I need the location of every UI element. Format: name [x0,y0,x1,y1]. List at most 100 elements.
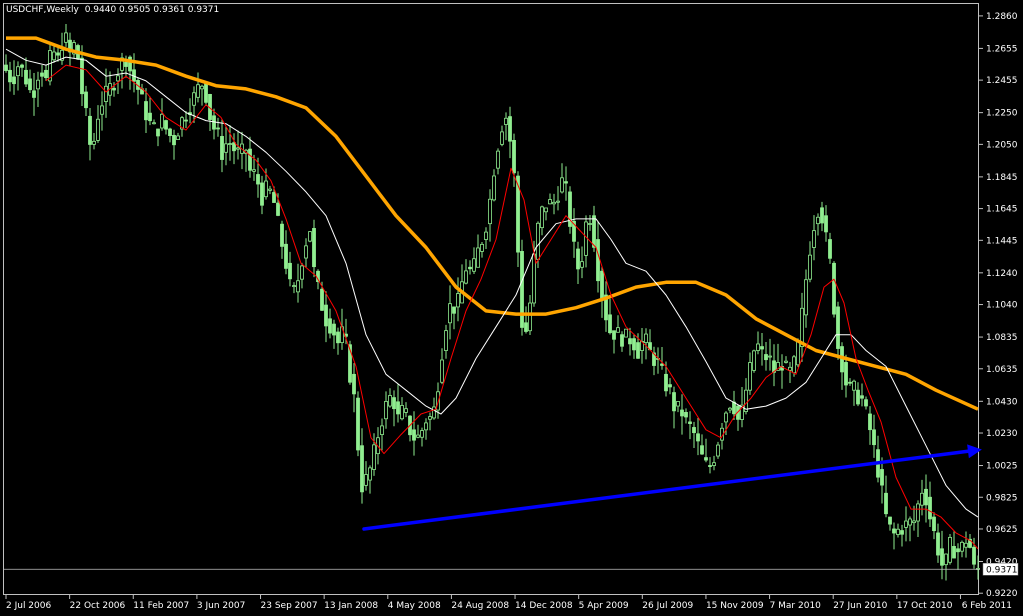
candle-body [852,380,856,391]
y-tick-label: 0.9625 [986,525,1018,535]
candle-body [32,90,36,98]
y-tick-label: 0.9825 [986,493,1018,503]
candle-body [192,92,196,106]
candle-body [752,350,756,371]
candle-body [924,488,928,506]
candle-body [672,392,676,412]
candle-body [884,492,888,515]
chart-header: USDCHF,Weekly 0.9440 0.9505 0.9361 0.937… [6,5,219,15]
x-tick-label: 22 Oct 2006 [70,601,126,611]
y-tick-label: 1.2050 [986,140,1018,150]
candle-body [848,381,852,384]
candle-body [400,405,404,420]
candle-body [808,254,812,280]
candle-body [936,532,940,556]
candle-body [444,330,448,351]
candle-body [616,327,620,333]
candle-body [972,546,976,565]
candle-body [712,462,716,466]
candle-body [156,128,160,137]
candle-body [300,265,304,280]
candle-body [248,148,252,171]
candle-body [252,169,256,172]
candle-body [548,199,552,205]
y-tick-label: 1.2860 [986,12,1018,22]
candle-body [236,147,240,150]
candle-body [64,32,68,43]
candle-body [396,401,400,415]
candle-body [824,215,828,233]
y-tick-label: 1.1240 [986,269,1018,279]
candle-body [560,177,564,193]
candle-body [484,231,488,240]
x-tick-label: 26 Jul 2009 [642,601,693,611]
candle-body [112,87,116,91]
candle-body [624,328,628,338]
candle-body [372,444,376,470]
candle-body [688,421,692,424]
candle-body [668,384,672,388]
candle-body [304,245,308,259]
candle-body [872,429,876,446]
candle-body [104,85,108,102]
candle-body [416,434,420,438]
candle-body [580,261,584,268]
candle-body [920,492,924,506]
candle-body [636,342,640,359]
candle-body [364,474,368,486]
candle-body [56,52,60,56]
candle-body [508,116,512,142]
y-tick-label: 1.1845 [986,173,1018,183]
candle-body [520,251,524,328]
candle-body [628,338,632,345]
candle-body [276,202,280,216]
candle-body [256,174,260,185]
price-chart[interactable]: USDCHF,Weekly 0.9440 0.9505 0.9361 0.937… [0,0,1023,616]
x-tick-label: 6 Feb 2011 [962,601,1012,611]
candle-body [144,101,148,121]
candle-body [404,408,408,413]
candle-body [680,409,684,417]
candle-body [844,362,848,386]
candle-body [324,304,328,327]
candle-body [52,51,56,61]
candle-body [796,340,800,366]
y-tick-label: 1.2250 [986,109,1018,119]
candle-body [632,338,636,351]
candle-body [856,389,860,405]
candle-body [24,69,28,85]
candle-body [904,520,908,528]
candle-body [836,306,840,349]
candle-body [272,192,276,203]
candle-body [448,303,452,324]
candle-body [80,57,84,95]
candle-body [544,207,548,213]
current-price-label: 0.9371 [986,565,1018,575]
candle-body [280,223,284,247]
candle-body [756,343,760,351]
candle-body [160,113,164,129]
y-tick-label: 1.1445 [986,236,1018,246]
y-tick-label: 1.2455 [986,76,1018,86]
candle-body [932,516,936,532]
candle-body [728,407,732,411]
candle-body [504,117,508,125]
candle-body [928,496,932,520]
candle-body [588,223,592,225]
candle-body [360,445,364,493]
candle-body [368,467,372,481]
candle-body [944,553,948,566]
candle-body [964,542,968,548]
candle-body [880,469,884,486]
candle-body [432,406,436,419]
candle-body [900,530,904,535]
x-tick-label: 11 Feb 2007 [133,601,189,611]
candle-body [908,518,912,526]
candle-body [500,131,504,145]
x-tick-label: 24 Aug 2008 [451,601,509,611]
candle-body [28,78,32,91]
candle-body [320,288,324,311]
candle-body [92,140,96,145]
candle-body [176,135,180,141]
x-tick-label: 3 Jun 2007 [197,601,245,611]
